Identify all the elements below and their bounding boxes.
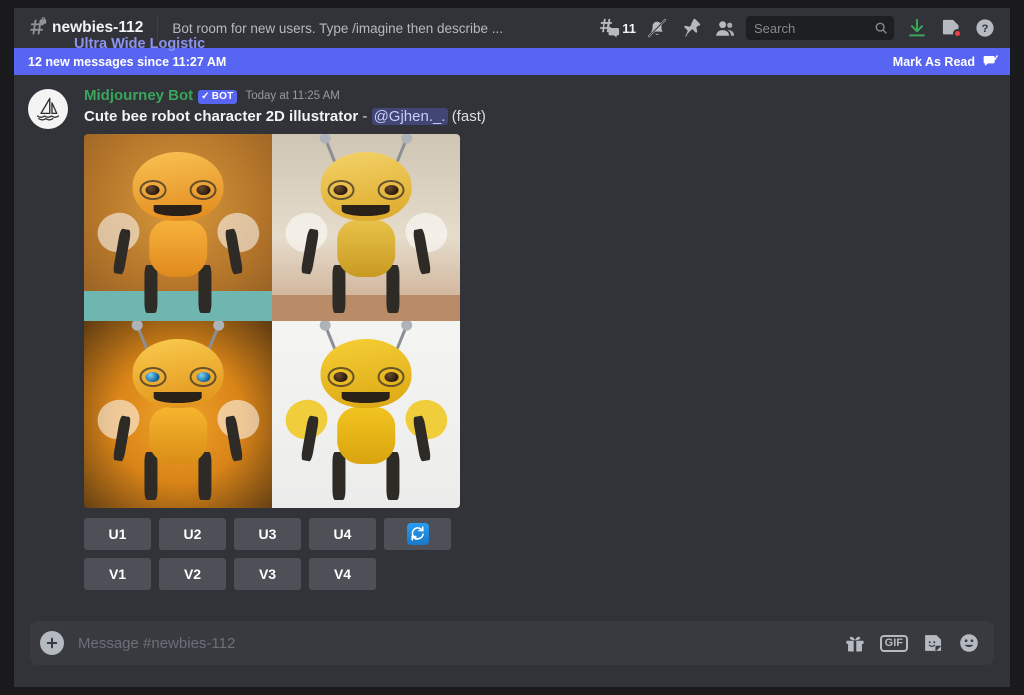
reroll-button[interactable]	[384, 517, 451, 550]
variation-button-v4[interactable]: V4	[309, 557, 376, 590]
help-icon[interactable]: ?	[968, 11, 1002, 45]
bot-badge: ✓ BOT	[198, 90, 238, 104]
variation-button-v3[interactable]: V3	[234, 557, 301, 590]
message-list: Midjourney Bot ✓ BOT Today at 11:25 AM C…	[14, 75, 1010, 621]
search-icon	[874, 21, 888, 35]
gift-icon[interactable]	[844, 632, 866, 654]
variation-button-v1[interactable]: V1	[84, 557, 151, 590]
bot-badge-check: ✓	[201, 91, 210, 102]
bot-badge-label: BOT	[211, 91, 234, 102]
sticker-icon[interactable]	[922, 632, 944, 654]
hash-lock-icon	[24, 15, 50, 41]
generated-image-grid[interactable]	[84, 133, 460, 508]
message-author[interactable]: Midjourney Bot	[84, 87, 193, 105]
upscale-preview-1[interactable]	[84, 133, 272, 321]
composer-icons: GIF	[844, 632, 980, 654]
download-icon[interactable]	[900, 11, 934, 45]
upscale-button-u3[interactable]: U3	[234, 517, 301, 550]
prompt-text: Cute bee robot character 2D illustrator	[84, 108, 359, 125]
prompt-separator: -	[362, 108, 368, 125]
reroll-icon	[406, 522, 429, 545]
composer-area: Message #newbies-112 GIF	[14, 621, 1010, 687]
user-mention[interactable]: @Gjhen._.	[371, 108, 448, 125]
channel-name: newbies-112	[52, 19, 144, 36]
upscale-preview-4[interactable]	[272, 320, 460, 508]
midjourney-actions: U1 U2 U3 U4 V1 V2 V3 V4	[84, 517, 994, 590]
gif-button[interactable]: GIF	[879, 634, 908, 652]
bee-robot-art	[280, 140, 452, 313]
upscale-button-row: U1 U2 U3 U4	[84, 517, 994, 550]
message-body: Midjourney Bot ✓ BOT Today at 11:25 AM C…	[84, 87, 994, 590]
upscale-button-u2[interactable]: U2	[159, 517, 226, 550]
bee-robot-art	[92, 149, 264, 313]
variation-button-row: V1 V2 V3 V4	[84, 557, 994, 590]
upscale-button-u1[interactable]: U1	[84, 517, 151, 550]
bell-muted-icon[interactable]	[640, 11, 674, 45]
new-messages-text: 12 new messages since 11:27 AM	[28, 54, 227, 69]
bee-robot-art	[280, 327, 452, 500]
members-icon[interactable]	[708, 11, 742, 45]
threads-icon[interactable]	[592, 11, 626, 45]
message-header: Midjourney Bot ✓ BOT Today at 11:25 AM	[84, 87, 994, 105]
variation-button-v2[interactable]: V2	[159, 557, 226, 590]
header-actions: 11 Search ?	[592, 11, 1002, 45]
upscale-preview-2[interactable]	[272, 133, 460, 321]
obscured-message-text: Ultra Wide Logistic	[74, 36, 206, 52]
upscale-preview-3[interactable]	[84, 320, 272, 508]
message-timestamp: Today at 11:25 AM	[245, 90, 340, 103]
pin-icon[interactable]	[674, 11, 708, 45]
search-placeholder: Search	[754, 20, 796, 36]
search-input[interactable]: Search	[746, 16, 894, 40]
svg-text:?: ?	[982, 23, 989, 35]
discord-window: newbies-112 Bot room for new users. Type…	[14, 8, 1010, 687]
speed-label: (fast)	[451, 108, 486, 125]
message-content: Cute bee robot character 2D illustrator …	[84, 107, 994, 127]
channel-topic[interactable]: Bot room for new users. Type /imagine th…	[172, 21, 503, 36]
bee-robot-art	[92, 327, 264, 500]
new-messages-banner[interactable]: Ultra Wide Logistic 12 new messages sinc…	[14, 36, 1010, 75]
mark-read-icon	[982, 54, 998, 69]
mark-as-read-button[interactable]: Mark As Read	[893, 55, 998, 69]
mark-as-read-label: Mark As Read	[892, 54, 975, 69]
midjourney-sailboat-avatar[interactable]	[28, 89, 68, 129]
message-input-placeholder[interactable]: Message #newbies-112	[78, 635, 844, 652]
upscale-button-u4[interactable]: U4	[309, 517, 376, 550]
message-item: Midjourney Bot ✓ BOT Today at 11:25 AM C…	[14, 87, 1010, 590]
inbox-icon[interactable]	[934, 11, 968, 45]
message-input-bar[interactable]: Message #newbies-112 GIF	[30, 621, 994, 665]
inbox-unread-badge	[953, 29, 962, 38]
emoji-icon[interactable]	[958, 632, 980, 654]
plus-icon[interactable]	[40, 631, 64, 655]
